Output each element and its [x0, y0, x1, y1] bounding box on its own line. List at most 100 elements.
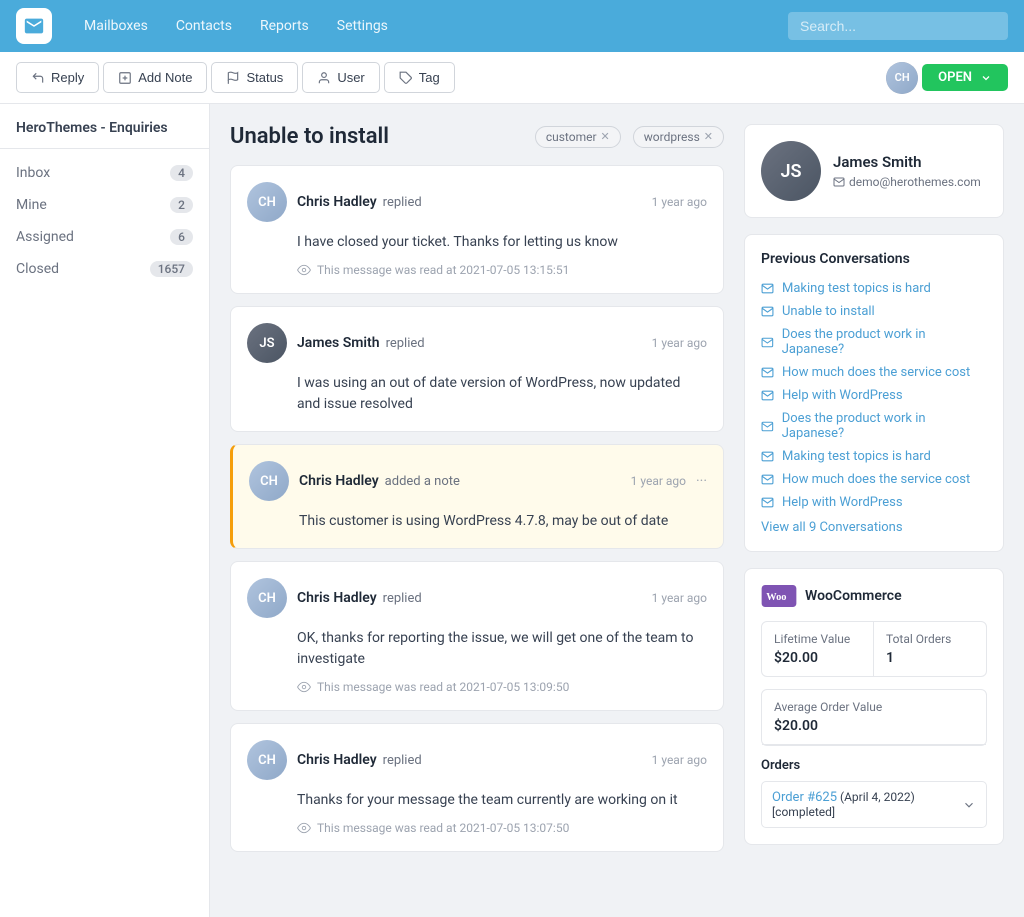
prev-conv-0-text: Making test topics is hard: [782, 281, 931, 296]
tag-customer[interactable]: customer ✕: [535, 126, 621, 148]
message-1-read-text: This message was read at 2021-07-05 13:1…: [317, 263, 569, 277]
svg-text:Woo: Woo: [766, 592, 786, 603]
message-2-avatar: JS: [247, 323, 287, 363]
nav-settings[interactable]: Settings: [325, 12, 400, 40]
prev-conv-5[interactable]: Does the product work in Japanese?: [761, 407, 987, 445]
sidebar-mine-count: 2: [170, 197, 193, 213]
main-layout: HeroThemes - Enquiries Inbox 4 Mine 2 As…: [0, 104, 1024, 917]
prev-conv-7-text: How much does the service cost: [782, 472, 970, 487]
message-4-header: CH Chris Hadley replied 1 year ago: [247, 578, 707, 618]
total-orders-value: 1: [886, 650, 974, 666]
sidebar-item-inbox[interactable]: Inbox 4: [0, 157, 209, 189]
user-button[interactable]: User: [302, 62, 379, 93]
reply-button[interactable]: Reply: [16, 62, 99, 93]
sidebar: HeroThemes - Enquiries Inbox 4 Mine 2 As…: [0, 104, 210, 917]
message-5-read-text: This message was read at 2021-07-05 13:0…: [317, 821, 569, 835]
tag-customer-label: customer: [546, 130, 597, 144]
message-1-author: Chris Hadley: [297, 194, 377, 210]
order-info: Order #625 (April 4, 2022) [completed]: [772, 790, 915, 819]
open-badge[interactable]: OPEN: [922, 64, 1008, 91]
message-5-author: Chris Hadley: [297, 752, 377, 768]
sidebar-inbox-label: Inbox: [16, 165, 50, 181]
nav-reports[interactable]: Reports: [248, 12, 321, 40]
prev-conv-1-text: Unable to install: [782, 304, 875, 319]
nav-contacts[interactable]: Contacts: [164, 12, 244, 40]
sidebar-assigned-count: 6: [170, 229, 193, 245]
add-note-button[interactable]: Add Note: [103, 62, 207, 93]
mail-icon-7: [761, 473, 774, 486]
sidebar-assigned-label: Assigned: [16, 229, 74, 245]
chevron-down-icon: [980, 72, 992, 84]
message-2-header: JS James Smith replied 1 year ago: [247, 323, 707, 363]
contact-email-text: demo@herothemes.com: [849, 175, 981, 189]
message-2-meta: James Smith replied: [297, 335, 642, 351]
tag-wordpress-close[interactable]: ✕: [704, 130, 713, 143]
user-icon: [317, 71, 331, 85]
sidebar-item-assigned[interactable]: Assigned 6: [0, 221, 209, 253]
tag-customer-close[interactable]: ✕: [601, 130, 610, 143]
message-4-action: replied: [383, 591, 422, 606]
tag-wordpress[interactable]: wordpress ✕: [633, 126, 724, 148]
sidebar-item-closed[interactable]: Closed 1657: [0, 253, 209, 285]
prev-conv-4-text: Help with WordPress: [782, 388, 903, 403]
mail-icon-5: [761, 420, 774, 433]
order-link[interactable]: Order #625: [772, 790, 837, 805]
message-4-body: OK, thanks for reporting the issue, we w…: [297, 628, 707, 670]
message-2-action: replied: [386, 336, 425, 351]
prev-conv-1[interactable]: Unable to install: [761, 300, 987, 323]
sidebar-inbox-count: 4: [170, 165, 193, 181]
prev-conv-3[interactable]: How much does the service cost: [761, 361, 987, 384]
prev-conv-6[interactable]: Making test topics is hard: [761, 445, 987, 468]
message-4: CH Chris Hadley replied 1 year ago OK, t…: [230, 561, 724, 711]
reply-icon: [31, 71, 45, 85]
message-1-meta: Chris Hadley replied: [297, 194, 642, 210]
woocommerce-header: Woo WooCommerce: [761, 585, 987, 607]
message-4-avatar: CH: [247, 578, 287, 618]
nav-mailboxes[interactable]: Mailboxes: [72, 12, 160, 40]
message-5-action: replied: [383, 753, 422, 768]
search-input[interactable]: [788, 12, 1008, 40]
woocommerce-title: WooCommerce: [805, 588, 902, 604]
add-note-label: Add Note: [138, 70, 192, 85]
prev-conv-4[interactable]: Help with WordPress: [761, 384, 987, 407]
message-1-read: This message was read at 2021-07-05 13:1…: [297, 263, 707, 277]
lifetime-value-stat: Lifetime Value $20.00: [762, 622, 874, 676]
prev-conv-title: Previous Conversations: [761, 251, 987, 267]
message-1-time: 1 year ago: [652, 195, 707, 209]
user-label: User: [337, 70, 364, 85]
view-all-conversations[interactable]: View all 9 Conversations: [761, 514, 987, 535]
message-3-body: This customer is using WordPress 4.7.8, …: [299, 511, 707, 532]
status-button[interactable]: Status: [211, 62, 298, 93]
email-icon: [833, 176, 845, 188]
prev-conv-5-text: Does the product work in Japanese?: [782, 411, 987, 441]
woocommerce-card: Woo WooCommerce Lifetime Value $20.00 To…: [744, 568, 1004, 845]
note-icon: [118, 71, 132, 85]
contact-avatar: JS: [761, 141, 821, 201]
prev-conv-6-text: Making test topics is hard: [782, 449, 931, 464]
message-4-meta: Chris Hadley replied: [297, 590, 642, 606]
sidebar-closed-count: 1657: [150, 261, 193, 277]
order-row: Order #625 (April 4, 2022) [completed]: [761, 781, 987, 828]
mail-icon-0: [761, 282, 774, 295]
prev-conv-0[interactable]: Making test topics is hard: [761, 277, 987, 300]
orders-label: Orders: [761, 758, 987, 773]
prev-conv-8-text: Help with WordPress: [782, 495, 903, 510]
previous-conversations-card: Previous Conversations Making test topic…: [744, 234, 1004, 552]
contact-email: demo@herothemes.com: [833, 175, 981, 189]
sidebar-item-mine[interactable]: Mine 2: [0, 189, 209, 221]
message-5-avatar: CH: [247, 740, 287, 780]
message-2-body: I was using an out of date version of Wo…: [297, 373, 707, 415]
prev-conv-8[interactable]: Help with WordPress: [761, 491, 987, 514]
conversation-header: Unable to install customer ✕ wordpress ✕: [230, 124, 724, 149]
note-options-button[interactable]: ···: [696, 473, 707, 489]
prev-conv-2[interactable]: Does the product work in Japanese?: [761, 323, 987, 361]
message-2-author: James Smith: [297, 335, 380, 351]
message-4-read-text: This message was read at 2021-07-05 13:0…: [317, 680, 569, 694]
chevron-down-icon-order[interactable]: [962, 798, 976, 812]
user-avatar: CH: [886, 62, 918, 94]
lifetime-value-label: Lifetime Value: [774, 632, 861, 646]
tag-button[interactable]: Tag: [384, 62, 455, 93]
message-1: CH Chris Hadley replied 1 year ago I hav…: [230, 165, 724, 294]
avg-order-label: Average Order Value: [774, 700, 974, 714]
prev-conv-7[interactable]: How much does the service cost: [761, 468, 987, 491]
